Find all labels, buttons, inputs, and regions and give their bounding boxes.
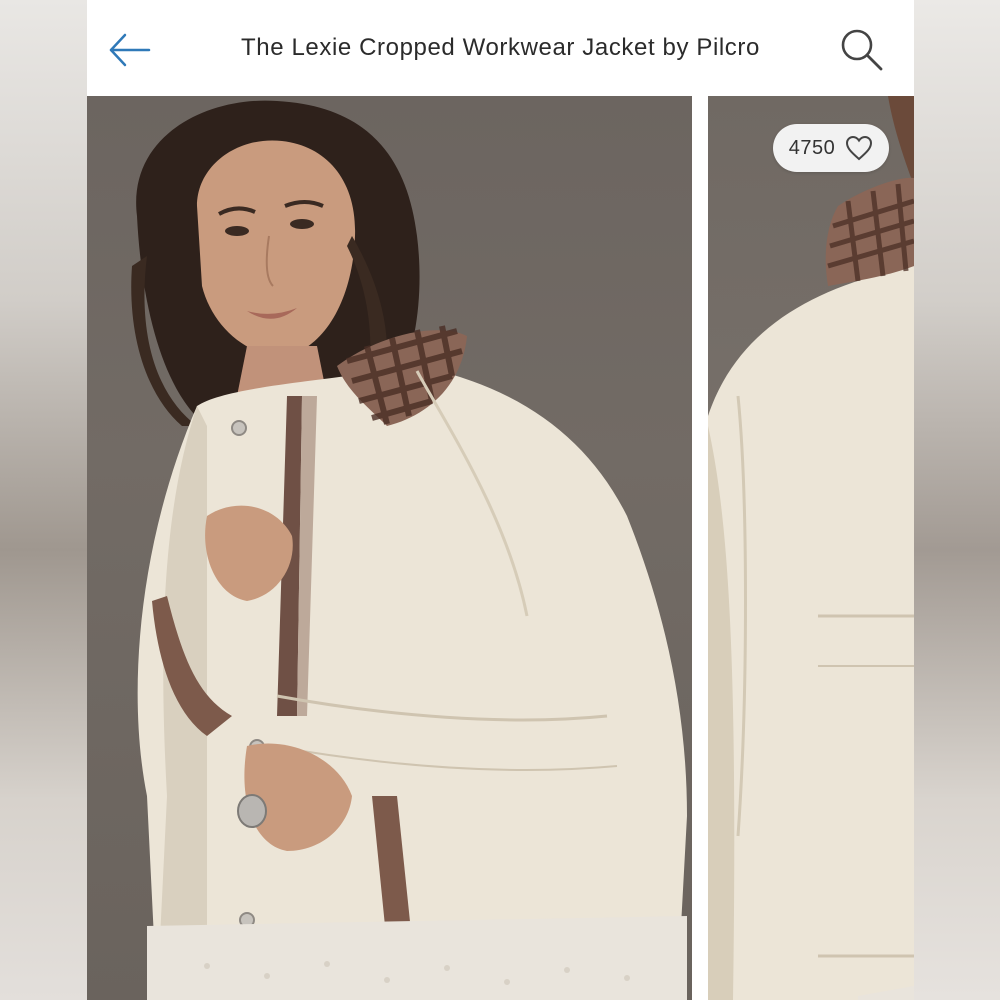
top-navigation-bar: The Lexie Cropped Workwear Jacket by Pil… (87, 0, 914, 96)
product-photo-front[interactable] (87, 96, 692, 1000)
arrow-left-icon (109, 33, 151, 67)
blurred-left-edge (0, 0, 87, 1000)
app-screen: The Lexie Cropped Workwear Jacket by Pil… (87, 0, 914, 1000)
search-button[interactable] (838, 26, 884, 72)
product-photo-back[interactable] (708, 96, 914, 1000)
search-icon (841, 29, 883, 71)
heart-outline-icon (846, 135, 873, 161)
back-button[interactable] (107, 30, 153, 70)
like-button[interactable]: 4750 (773, 124, 889, 172)
jacket-back-view-illustration (708, 96, 914, 1000)
page-title: The Lexie Cropped Workwear Jacket by Pil… (241, 34, 760, 61)
like-count: 4750 (788, 136, 836, 159)
model-wearing-jacket-illustration (131, 100, 687, 1000)
product-photo-gallery[interactable]: 4750 (87, 96, 914, 1000)
blurred-right-edge (914, 0, 1000, 1000)
